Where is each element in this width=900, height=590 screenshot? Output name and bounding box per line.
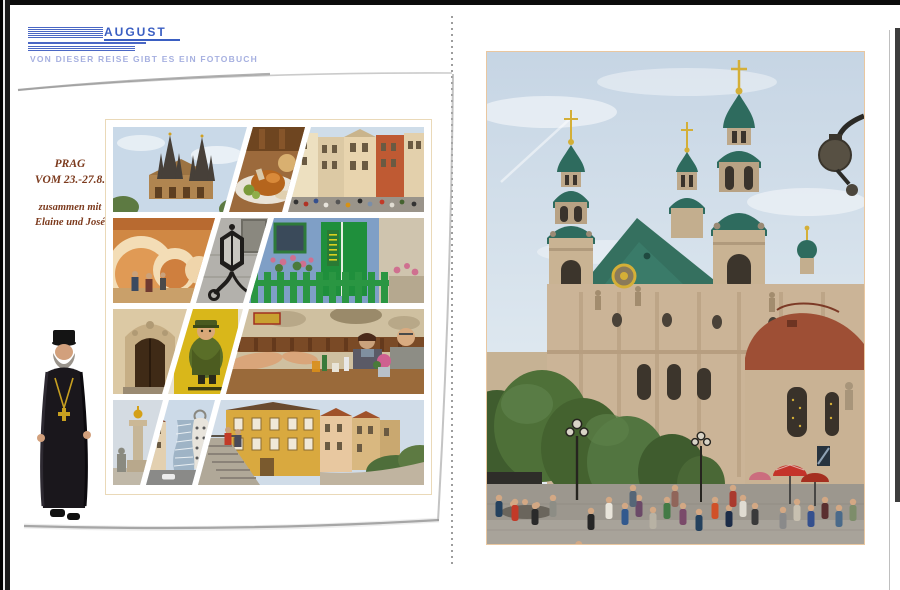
window-top-edge (0, 0, 900, 5)
apse-wall (745, 370, 864, 484)
page-right-edge-line (889, 30, 890, 590)
collage-photo-old-town-square[interactable] (288, 127, 424, 212)
photo-collage (105, 119, 432, 495)
collage-photo-restaurant[interactable] (226, 309, 424, 394)
header-ornament-line-long (28, 42, 146, 44)
photobook-spread: AUGUST VON DIESER REISE GIBT ES EIN FOTO… (0, 0, 900, 590)
window-left-edge (0, 0, 10, 590)
collage-row-1 (113, 127, 424, 212)
header-ornament-lines-bottom (28, 46, 135, 52)
collage-row-2 (113, 218, 424, 303)
scrollbar-thumb[interactable] (895, 28, 900, 502)
collage-photo-old-town-stairs[interactable] (198, 400, 424, 485)
header-ornament-lines-left (28, 27, 103, 38)
collage-row-3 (113, 309, 424, 394)
month-title: AUGUST (104, 25, 167, 39)
cutout-photo-priest[interactable] (24, 328, 104, 526)
month-underline (104, 39, 180, 41)
collage-photo-tyn-church[interactable] (113, 127, 247, 212)
full-page-photo-st-nicholas[interactable] (486, 51, 865, 545)
gold-clock (613, 265, 635, 287)
collage-row-4 (113, 400, 424, 485)
collage-photo-arcade[interactable] (113, 218, 215, 303)
collage-photo-green-door[interactable] (249, 218, 424, 303)
